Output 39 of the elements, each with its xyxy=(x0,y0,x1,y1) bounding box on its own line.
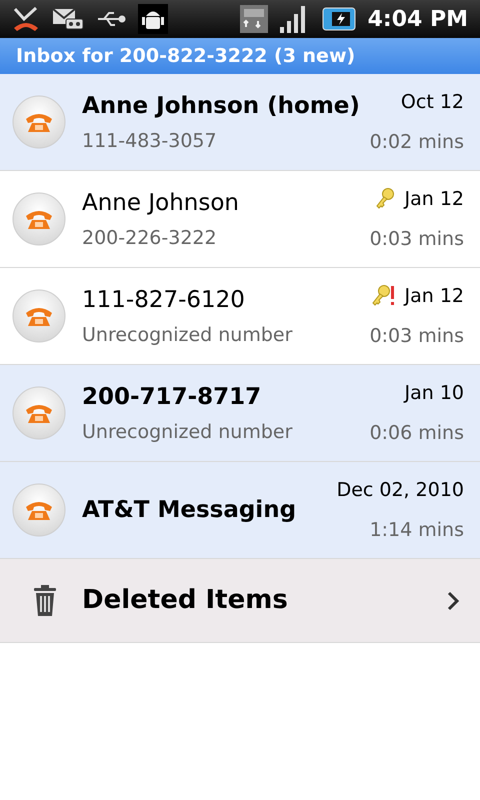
deleted-items-row[interactable]: Deleted Items xyxy=(0,559,480,643)
message-date: Dec 02, 2010 xyxy=(336,478,464,502)
phone-icon xyxy=(12,386,66,440)
message-date: Jan 10 xyxy=(404,380,464,406)
message-duration: 0:03 mins xyxy=(370,324,464,349)
caller-detail: Unrecognized number xyxy=(82,323,294,348)
message-duration: 0:02 mins xyxy=(370,130,464,155)
message-row[interactable]: AT&T Messaging Dec 02, 2010 1:14 mins xyxy=(0,462,480,559)
missed-call-icon xyxy=(12,6,40,32)
clock-time: 4:04 PM xyxy=(368,6,468,34)
message-duration: 0:06 mins xyxy=(370,421,464,446)
chevron-right-icon xyxy=(446,590,460,612)
phone-icon xyxy=(12,192,66,246)
phone-icon xyxy=(12,289,66,343)
usb-icon xyxy=(96,9,126,29)
message-date: Oct 12 xyxy=(400,90,464,114)
message-date: Jan 12 xyxy=(404,186,464,212)
message-row[interactable]: 200-717-8717 Unrecognized number Jan 10 0:06 mins xyxy=(0,365,480,462)
caller-name: Anne Johnson xyxy=(82,188,240,218)
trash-icon xyxy=(32,584,58,616)
inbox-title: Inbox for 200-822-3222 (3 new) xyxy=(16,44,356,69)
message-duration: 1:14 mins xyxy=(370,518,464,543)
caller-name: 111-827-6120 xyxy=(82,286,246,314)
caller-detail: 200-226-3222 xyxy=(82,226,218,251)
voicemail-icon xyxy=(52,7,84,31)
battery-icon xyxy=(322,7,356,31)
deleted-items-label: Deleted Items xyxy=(82,584,289,617)
phone-icon xyxy=(12,95,66,149)
android-icon xyxy=(138,4,168,34)
message-row[interactable]: Anne Johnson (home) 111-483-3057 Oct 12 0:02 mins xyxy=(0,74,480,171)
caller-detail: Unrecognized number xyxy=(82,420,294,445)
message-duration: 0:03 mins xyxy=(370,227,464,252)
caller-detail: 111-483-3057 xyxy=(82,129,218,154)
key-icon xyxy=(374,186,396,211)
phone-icon xyxy=(12,483,66,537)
message-date: Jan 12 xyxy=(404,284,464,308)
caller-name: AT&T Messaging xyxy=(82,496,298,525)
key-alert-icon xyxy=(370,284,396,308)
caller-name: 200-717-8717 xyxy=(82,382,262,412)
